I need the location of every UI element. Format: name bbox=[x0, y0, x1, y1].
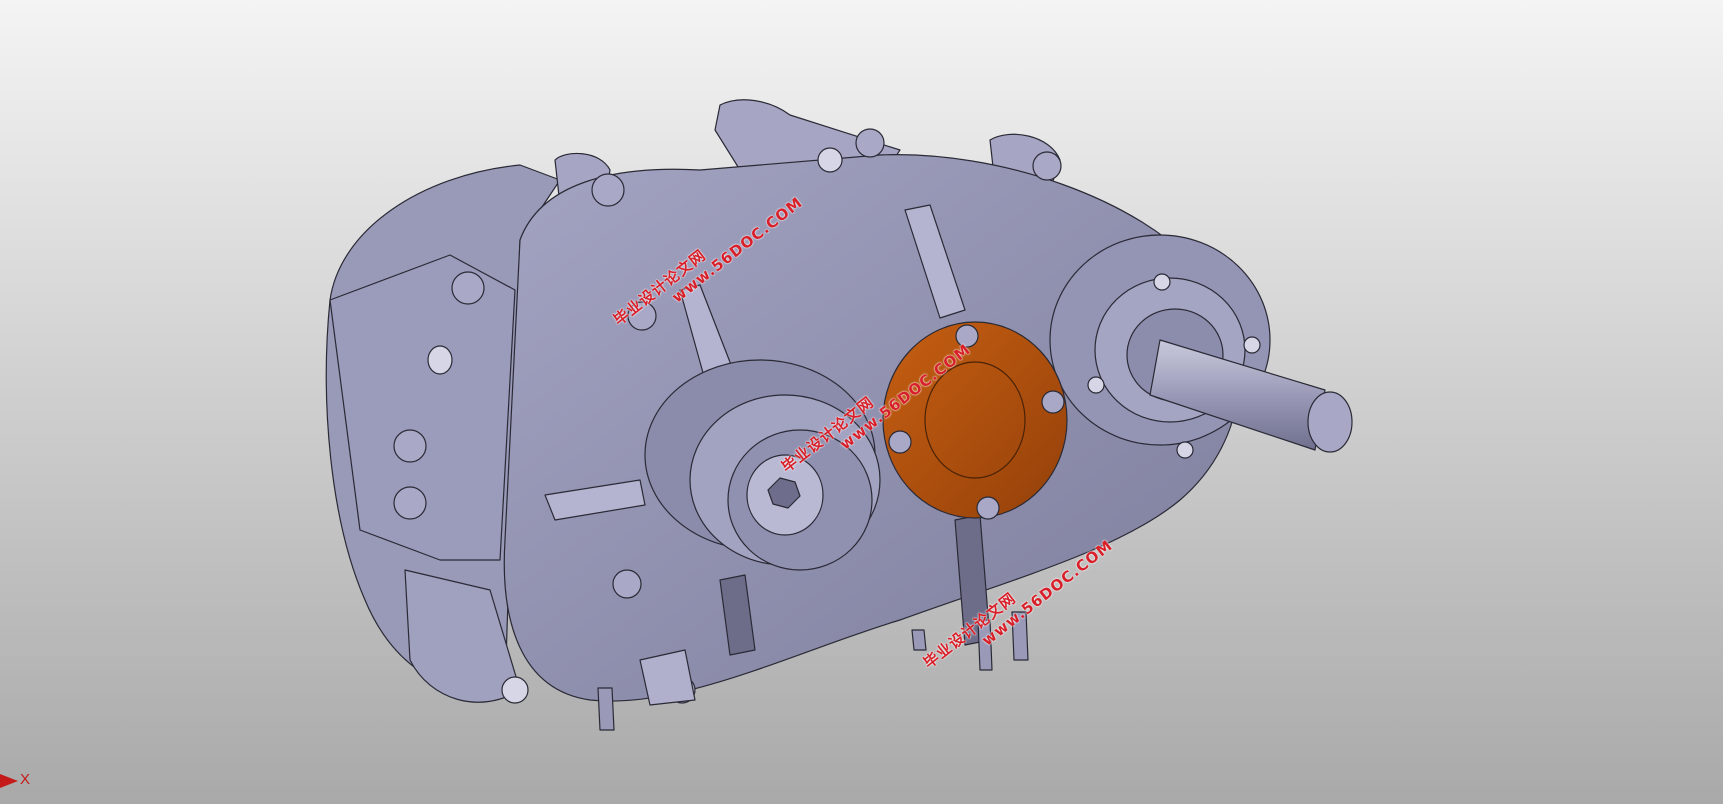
bolt-3 bbox=[393, 429, 427, 463]
flange-hole-6 bbox=[1087, 376, 1105, 394]
x-axis-label: X bbox=[20, 771, 31, 788]
stud-4 bbox=[911, 629, 927, 651]
stud-1 bbox=[597, 687, 615, 731]
bolt-4 bbox=[393, 486, 427, 520]
bearing-cover-plate bbox=[882, 321, 1068, 519]
bolt-2 bbox=[451, 271, 485, 305]
flange-hole-1 bbox=[427, 345, 453, 375]
flange-hole-7 bbox=[1176, 441, 1194, 459]
x-axis-arrow-icon bbox=[0, 774, 18, 788]
cover-bolt-2 bbox=[1041, 390, 1065, 414]
bolt-8 bbox=[612, 569, 642, 599]
cover-bolt-3 bbox=[888, 430, 912, 454]
left-flange bbox=[329, 254, 516, 561]
flange-hole-2 bbox=[817, 147, 843, 173]
flange-hole-5 bbox=[1243, 336, 1261, 354]
foot-bracket bbox=[639, 649, 696, 706]
cad-3d-viewport[interactable]: 毕业设计论文网 www.56DOC.COM 毕业设计论文网 www.56DOC.… bbox=[0, 0, 1723, 804]
output-shaft-end bbox=[1307, 391, 1353, 453]
bolt-6 bbox=[1032, 151, 1062, 181]
flange-hole-3 bbox=[501, 676, 529, 704]
bolt-5 bbox=[855, 128, 885, 158]
flange-hole-4 bbox=[1153, 273, 1171, 291]
bolt-1 bbox=[591, 173, 625, 207]
cover-bolt-4 bbox=[976, 496, 1000, 520]
